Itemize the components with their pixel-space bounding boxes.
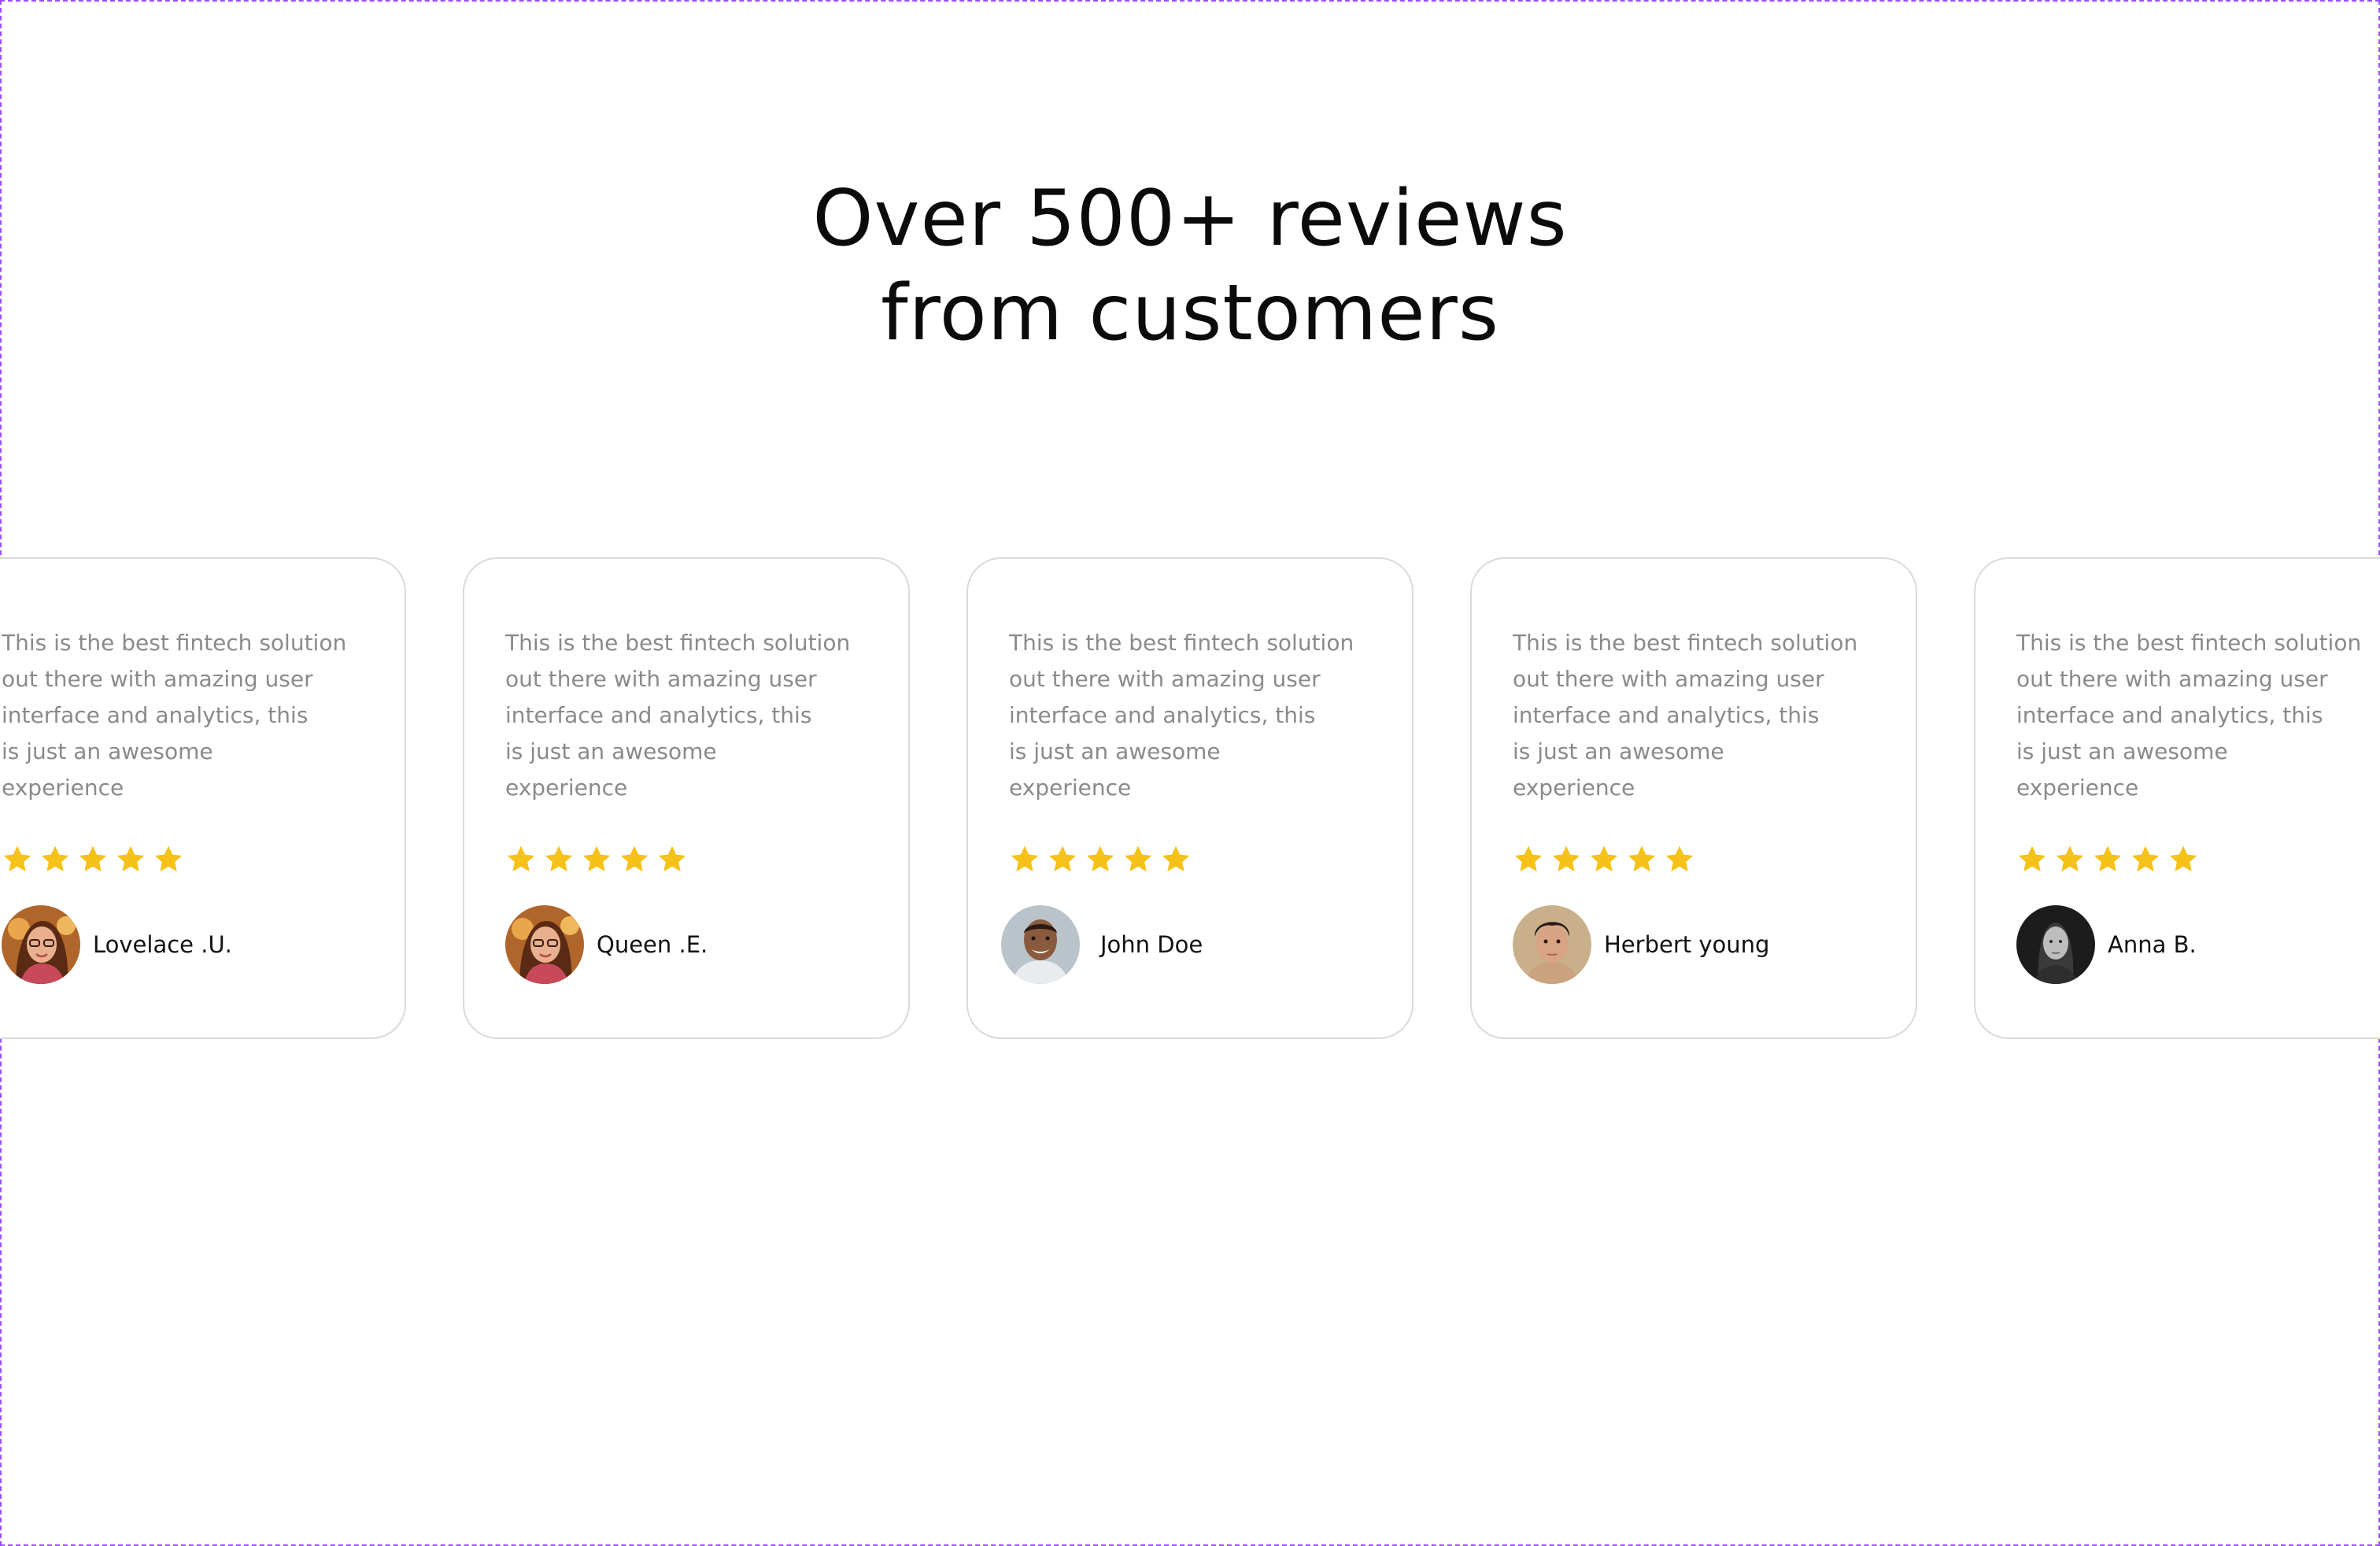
- review-text-line: out there with amazing user: [2016, 666, 2328, 692]
- woman-monochrome-avatar-icon: [2016, 905, 2095, 984]
- star-icon: [116, 845, 145, 871]
- review-text-line: out there with amazing user: [1513, 666, 1824, 692]
- review-text-line: This is the best fintech solution: [1513, 630, 1858, 656]
- review-card: This is the best fintech solution out th…: [1470, 557, 1917, 1039]
- review-text-line: This is the best fintech solution: [2016, 630, 2362, 656]
- star-rating: [2, 844, 184, 882]
- review-text-line: experience: [505, 775, 628, 801]
- star-icon: [1124, 845, 1152, 871]
- star-icon: [2131, 845, 2160, 871]
- woman-with-glasses-avatar-icon: [505, 905, 584, 984]
- star-icon: [1514, 845, 1543, 871]
- review-text-line: interface and analytics, this: [2, 702, 309, 728]
- star-icon: [3, 845, 31, 871]
- review-text-line: is just an awesome: [505, 738, 717, 764]
- star-icon: [658, 845, 686, 871]
- review-text-line: out there with amazing user: [1009, 666, 1321, 692]
- star-icon: [1628, 845, 1656, 871]
- reviewer-name: Herbert young: [1604, 931, 1770, 958]
- star-icon: [620, 845, 649, 871]
- review-text-line: interface and analytics, this: [2016, 702, 2323, 728]
- star-icon: [79, 845, 107, 871]
- review-text: This is the best fintech solution out th…: [1513, 625, 1875, 806]
- review-card: This is the best fintech solution out th…: [966, 557, 1414, 1039]
- review-text-line: is just an awesome: [1513, 738, 1724, 764]
- review-card: This is the best fintech solution out th…: [1974, 557, 2380, 1039]
- review-text: This is the best fintech solution out th…: [2016, 625, 2378, 806]
- reviewer-name: Anna B.: [2108, 931, 2197, 958]
- star-icon: [1048, 845, 1077, 871]
- star-icon: [1086, 845, 1114, 871]
- review-text-line: is just an awesome: [1009, 738, 1221, 764]
- star-icon: [1162, 845, 1190, 871]
- reviewer-name: Queen .E.: [597, 931, 708, 958]
- star-icon: [2056, 845, 2084, 871]
- review-text-line: This is the best fintech solution: [2, 630, 347, 656]
- star-icon: [1665, 845, 1694, 871]
- review-card: This is the best fintech solution out th…: [463, 557, 910, 1039]
- star-icon: [2018, 845, 2046, 871]
- star-rating: [1009, 844, 1192, 882]
- review-text-line: experience: [2, 775, 124, 801]
- smiling-man-avatar-icon: [1001, 905, 1080, 984]
- star-icon: [1552, 845, 1580, 871]
- reviewer-name: John Doe: [1100, 931, 1203, 958]
- review-text-line: is just an awesome: [2016, 738, 2228, 764]
- star-rating: [2016, 844, 2199, 882]
- review-text-line: out there with amazing user: [2, 666, 313, 692]
- review-text-line: This is the best fintech solution: [1009, 630, 1354, 656]
- star-icon: [545, 845, 573, 871]
- review-text-line: interface and analytics, this: [1513, 702, 1820, 728]
- review-text-line: interface and analytics, this: [505, 702, 812, 728]
- young-man-avatar-icon: [1513, 905, 1591, 984]
- review-text: This is the best fintech solution out th…: [505, 625, 867, 806]
- review-text-line: out there with amazing user: [505, 666, 817, 692]
- review-text-line: experience: [2016, 775, 2139, 801]
- star-icon: [582, 845, 611, 871]
- star-icon: [507, 845, 535, 871]
- star-icon: [2094, 845, 2122, 871]
- star-rating: [505, 844, 688, 882]
- star-icon: [41, 845, 69, 871]
- review-text-line: experience: [1009, 775, 1132, 801]
- reviewer-name: Lovelace .U.: [93, 931, 232, 958]
- review-text: This is the best fintech solution out th…: [2, 625, 364, 806]
- woman-with-glasses-avatar-icon: [2, 905, 80, 984]
- review-text-line: This is the best fintech solution: [505, 630, 851, 656]
- star-icon: [1011, 845, 1039, 871]
- review-text-line: is just an awesome: [2, 738, 213, 764]
- star-icon: [2169, 845, 2197, 871]
- star-rating: [1513, 844, 1695, 882]
- review-text-line: interface and analytics, this: [1009, 702, 1316, 728]
- review-carousel: This is the best fintech solution out th…: [0, 0, 2380, 1546]
- review-text-line: experience: [1513, 775, 1635, 801]
- review-card: This is the best fintech solution out th…: [0, 557, 406, 1039]
- star-icon: [1590, 845, 1618, 871]
- review-text: This is the best fintech solution out th…: [1009, 625, 1371, 806]
- star-icon: [154, 845, 183, 871]
